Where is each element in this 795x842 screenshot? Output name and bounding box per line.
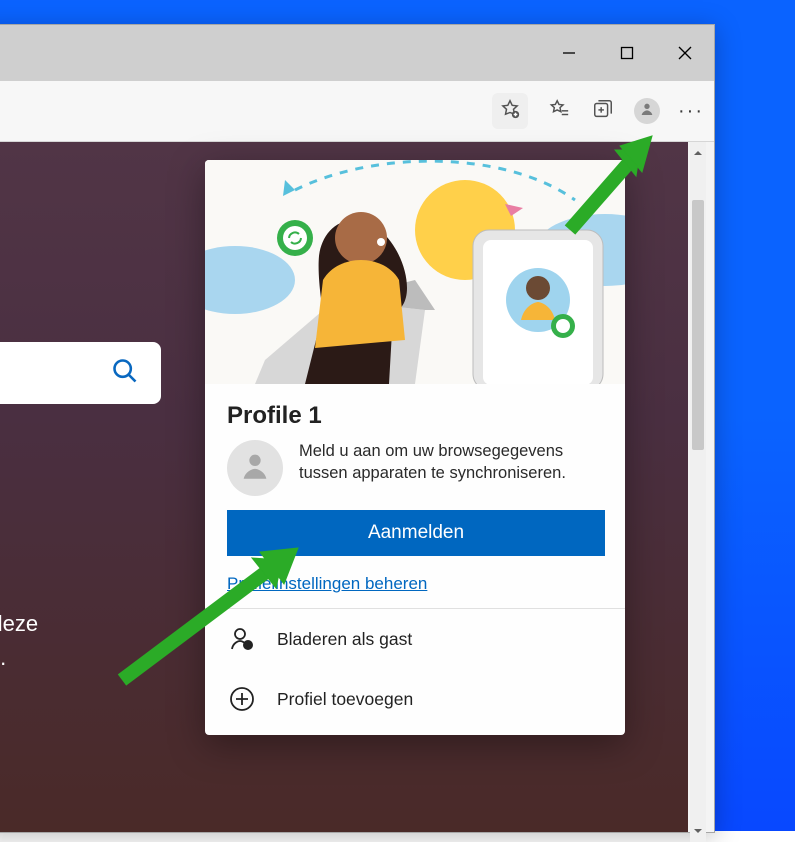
plus-circle-icon <box>227 686 257 712</box>
maximize-button[interactable] <box>598 25 656 81</box>
add-profile-label: Profiel toevoegen <box>277 689 413 710</box>
profile-name: Profile 1 <box>227 402 605 430</box>
browser-toolbar: ··· <box>0 81 714 142</box>
star-list-icon <box>548 98 570 125</box>
svg-text:?: ? <box>246 643 250 650</box>
search-box[interactable] <box>0 342 161 404</box>
person-icon <box>639 101 655 122</box>
browse-as-guest-item[interactable]: ? Bladeren als gast <box>227 609 605 669</box>
scroll-thumb[interactable] <box>692 200 704 450</box>
minimize-button[interactable] <box>540 25 598 81</box>
guest-icon: ? <box>227 626 257 652</box>
close-button[interactable] <box>656 25 714 81</box>
collections-icon <box>592 98 614 125</box>
scroll-down-arrow[interactable] <box>690 822 706 840</box>
sign-in-button[interactable]: Aanmelden <box>227 510 605 556</box>
profile-flyout: Profile 1 Meld u aan om uw browsegegeven… <box>205 160 625 735</box>
add-favorite-button[interactable] <box>492 93 528 129</box>
add-profile-item[interactable]: Profiel toevoegen <box>227 669 605 729</box>
manage-profile-settings-link[interactable]: Profielinstellingen beheren <box>227 574 427 594</box>
profile-button[interactable] <box>634 98 660 124</box>
browse-as-guest-label: Bladeren als gast <box>277 629 412 650</box>
profile-hero-illustration <box>205 160 625 384</box>
scroll-up-arrow[interactable] <box>690 144 706 162</box>
search-icon <box>111 357 139 390</box>
more-menu-button[interactable]: ··· <box>678 98 704 124</box>
ellipsis-icon: ··· <box>678 100 704 123</box>
collections-button[interactable] <box>590 98 616 124</box>
vertical-scrollbar[interactable] <box>690 142 706 842</box>
background-caption: lat deze was. <box>0 607 38 675</box>
profile-avatar <box>227 440 283 496</box>
person-icon <box>238 449 272 488</box>
profile-sync-message: Meld u aan om uw browsegegevens tussen a… <box>299 440 605 485</box>
title-bar <box>0 25 714 81</box>
favorites-button[interactable] <box>546 98 572 124</box>
star-plus-icon <box>499 98 521 125</box>
